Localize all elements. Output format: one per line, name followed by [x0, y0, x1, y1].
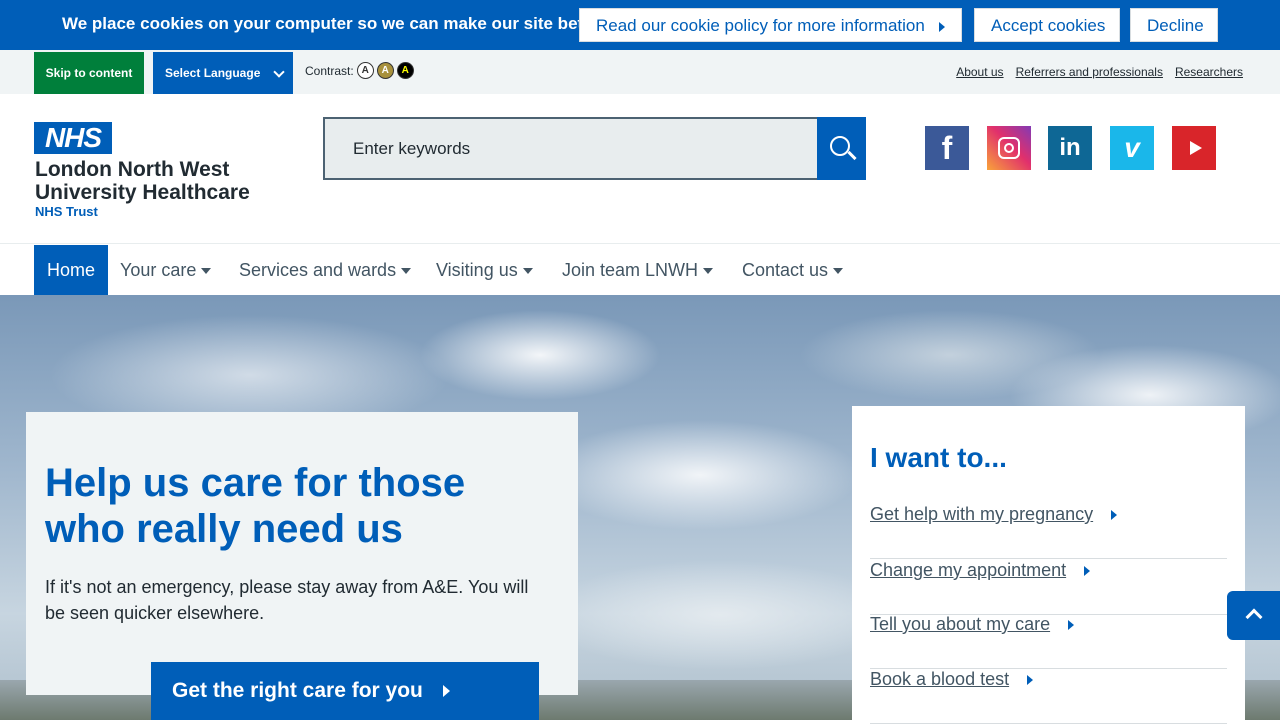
instagram-icon[interactable]: [987, 126, 1031, 170]
skip-to-content-link[interactable]: Skip to content: [34, 52, 144, 94]
search-button[interactable]: [817, 117, 866, 180]
chevron-right-icon: [1111, 510, 1118, 521]
contrast-switcher: Contrast: A A A: [305, 62, 414, 79]
i-want-to-title: I want to...: [870, 442, 1007, 473]
contrast-medium-button[interactable]: A: [376, 62, 394, 79]
contrast-high-button[interactable]: A: [396, 62, 414, 79]
nav-visiting-us[interactable]: Visiting us: [436, 245, 533, 295]
hero-card: Help us care for those who really need u…: [26, 412, 578, 695]
site-header: NHS London North West University Healthc…: [0, 94, 1280, 244]
org-name-line1: London North West: [35, 158, 230, 181]
utility-links: About us Referrers and professionals Res…: [956, 65, 1243, 79]
nhs-logo[interactable]: NHS: [34, 122, 112, 154]
vimeo-icon[interactable]: v: [1110, 126, 1154, 170]
select-language-dropdown[interactable]: Select Language: [153, 52, 293, 94]
nav-join-team[interactable]: Join team LNWH: [562, 245, 714, 295]
linkedin-icon[interactable]: in: [1048, 126, 1092, 170]
chevron-right-icon: [442, 685, 450, 698]
hero-text: If it's not an emergency, please stay aw…: [45, 577, 529, 623]
about-us-link[interactable]: About us: [956, 65, 1003, 79]
org-name-line3: NHS Trust: [35, 204, 98, 219]
hero-title: Help us care for those who really need u…: [45, 461, 466, 551]
org-name-line2: University Healthcare: [35, 181, 250, 204]
caret-down-icon: [401, 268, 412, 275]
accept-cookies-button[interactable]: Accept cookies: [974, 8, 1120, 42]
cookie-banner: We place cookies on your computer so we …: [0, 0, 1280, 50]
back-to-top-button[interactable]: [1227, 591, 1280, 640]
main-nav: Home Your care Services and wards Visiti…: [0, 244, 1280, 295]
chevron-up-icon: [1245, 608, 1263, 626]
utility-bar: Skip to content Select Language Contrast…: [0, 50, 1280, 94]
referrers-link[interactable]: Referrers and professionals: [1016, 65, 1163, 79]
nav-your-care[interactable]: Your care: [120, 245, 212, 295]
cookie-message: We place cookies on your computer so we …: [62, 14, 609, 33]
decline-cookies-button[interactable]: Decline: [1130, 8, 1218, 42]
cookie-policy-link[interactable]: Read our cookie policy for more informat…: [579, 8, 962, 42]
contrast-label: Contrast:: [305, 63, 354, 78]
caret-down-icon: [522, 268, 533, 275]
get-right-care-button[interactable]: Get the right care for you: [151, 662, 539, 720]
researchers-link[interactable]: Researchers: [1175, 65, 1243, 79]
chevron-right-icon: [1084, 566, 1091, 577]
select-language-label: Select Language: [165, 66, 261, 80]
cookie-policy-label: Read our cookie policy for more informat…: [596, 16, 925, 35]
want-item-blood-test[interactable]: Book a blood test: [870, 669, 1227, 724]
chevron-right-icon: [938, 21, 945, 32]
caret-down-icon: [833, 268, 844, 275]
youtube-icon[interactable]: [1172, 126, 1216, 170]
chevron-down-icon: [273, 66, 285, 78]
caret-down-icon: [201, 268, 212, 275]
caret-down-icon: [703, 268, 714, 275]
nav-contact-us[interactable]: Contact us: [742, 245, 844, 295]
want-item-pregnancy[interactable]: Get help with my pregnancy: [870, 504, 1227, 559]
chevron-right-icon: [1068, 620, 1075, 631]
hero-banner: Help us care for those who really need u…: [0, 295, 1280, 724]
contrast-default-button[interactable]: A: [356, 62, 374, 79]
i-want-to-panel: I want to... Get help with my pregnancy …: [852, 406, 1245, 724]
want-item-appointment[interactable]: Change my appointment: [870, 560, 1227, 615]
nav-services-and-wards[interactable]: Services and wards: [239, 245, 412, 295]
chevron-right-icon: [1027, 675, 1034, 686]
search-input[interactable]: Enter keywords: [323, 117, 819, 180]
want-item-tell-care[interactable]: Tell you about my care: [870, 614, 1227, 669]
nav-home[interactable]: Home: [34, 245, 108, 295]
facebook-icon[interactable]: f: [925, 126, 969, 170]
